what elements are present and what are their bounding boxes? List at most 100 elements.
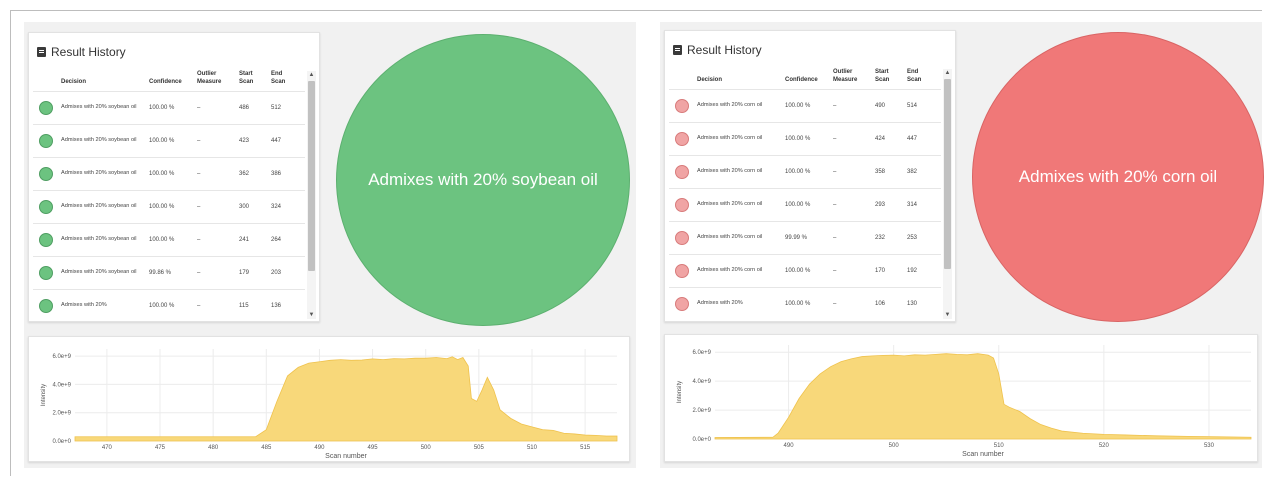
- y-tick-label: 2.0e+9: [52, 411, 71, 417]
- end-scan-cell: 203: [269, 255, 305, 290]
- decision-cell: Admixes with 20% soybean oil: [59, 90, 147, 125]
- start-scan-cell: 106: [873, 286, 905, 321]
- scroll-up-arrow-icon[interactable]: ▲: [307, 71, 316, 79]
- status-cell: [669, 88, 695, 123]
- status-dot-icon: [39, 100, 53, 115]
- start-scan-cell: 293: [873, 187, 905, 222]
- column-header[interactable]: Start Scan: [237, 71, 269, 91]
- status-cell: [669, 154, 695, 189]
- confidence-cell: 100.00 %: [147, 156, 195, 191]
- scroll-down-arrow-icon[interactable]: ▼: [307, 311, 316, 319]
- header-status: [669, 69, 695, 89]
- table-row[interactable]: Admixes with 20% soybean oil 100.00 % –423…: [33, 123, 305, 158]
- table-row[interactable]: Admixes with 20% corn oil 99.99 % –232 253: [669, 220, 941, 255]
- confidence-cell: 99.99 %: [783, 220, 831, 255]
- result-indicator-circle: Admixes with 20% soybean oil: [336, 34, 630, 326]
- confidence-cell: 100.00 %: [783, 154, 831, 189]
- end-scan-cell: 324: [269, 189, 305, 224]
- outlier-cell: –: [195, 189, 237, 224]
- table-header: Decision Confidence Outlier Measure Start S…: [33, 71, 305, 91]
- scroll-down-arrow-icon[interactable]: ▼: [943, 311, 952, 319]
- table-row[interactable]: Admixes with 20% corn oil 100.00 % –170 192: [669, 253, 941, 288]
- x-tick-label: 470: [102, 445, 113, 451]
- card-title: Result History: [673, 43, 762, 57]
- result-label: Admixes with 20% soybean oil: [368, 170, 598, 189]
- column-header[interactable]: End Scan: [905, 69, 941, 89]
- y-tick-label: 6.0e+9: [52, 354, 71, 360]
- table-scrollbar[interactable]: ▲ ▼: [943, 69, 952, 319]
- decision-cell: Admixes with 20%: [59, 288, 147, 321]
- column-header[interactable]: Outlier Measure: [195, 71, 237, 91]
- scrollbar-thumb[interactable]: [308, 81, 315, 271]
- status-cell: [669, 121, 695, 156]
- scrollbar-thumb[interactable]: [944, 79, 951, 269]
- y-tick-label: 2.0e+9: [692, 408, 711, 414]
- table-row[interactable]: Admixes with 20% soybean oil 100.00 % –486…: [33, 90, 305, 125]
- header-status: [33, 71, 59, 91]
- confidence-cell: 100.00 %: [147, 222, 195, 257]
- column-header[interactable]: Confidence: [147, 71, 195, 91]
- x-tick-label: 510: [994, 443, 1005, 449]
- column-header[interactable]: Start Scan: [873, 69, 905, 89]
- table-row[interactable]: Admixes with 20% soybean oil 100.00 % –300…: [33, 189, 305, 224]
- end-scan-cell: 386: [269, 156, 305, 191]
- column-header[interactable]: Confidence: [783, 69, 831, 89]
- status-dot-icon: [675, 98, 689, 113]
- status-cell: [33, 156, 59, 191]
- x-tick-label: 505: [474, 445, 485, 451]
- column-header[interactable]: Outlier Measure: [831, 69, 873, 89]
- x-tick-label: 490: [314, 445, 325, 451]
- table-row[interactable]: Admixes with 20% soybean oil 99.86 % –179 2…: [33, 255, 305, 290]
- table-row[interactable]: Admixes with 20% soybean oil 100.00 % –362…: [33, 156, 305, 191]
- outlier-cell: –: [195, 156, 237, 191]
- table-scrollbar[interactable]: ▲ ▼: [307, 71, 316, 319]
- intensity-area-series: [74, 356, 618, 442]
- start-scan-cell: 241: [237, 222, 269, 257]
- status-dot-icon: [675, 296, 689, 311]
- start-scan-cell: 362: [237, 156, 269, 191]
- status-dot-icon: [39, 166, 53, 181]
- x-tick-label: 495: [368, 445, 379, 451]
- column-header[interactable]: End Scan: [269, 71, 305, 91]
- decision-cell: Admixes with 20% corn oil: [695, 187, 783, 222]
- card-title-text: Result History: [687, 43, 762, 57]
- status-dot-icon: [675, 164, 689, 179]
- table-row[interactable]: Admixes with 20% 100.00 % –106 130: [669, 286, 941, 321]
- outlier-cell: –: [195, 90, 237, 125]
- status-cell: [33, 255, 59, 290]
- intensity-chart: 0.0e+0 2.0e+9 4.0e+9 6.0e+9 490 500 510 520 530 S…: [677, 345, 1252, 458]
- status-dot-icon: [39, 265, 53, 280]
- status-cell: [669, 253, 695, 288]
- confidence-cell: 100.00 %: [783, 253, 831, 288]
- y-tick-label: 6.0e+9: [692, 350, 711, 356]
- table-row[interactable]: Admixes with 20% soybean oil 100.00 % –241…: [33, 222, 305, 257]
- decision-cell: Admixes with 20% corn oil: [695, 121, 783, 156]
- table-row[interactable]: Admixes with 20% corn oil 100.00 % –490 514: [669, 88, 941, 123]
- start-scan-cell: 300: [237, 189, 269, 224]
- result-history-table: Decision Confidence Outlier Measure Start S…: [669, 69, 941, 321]
- scroll-up-arrow-icon[interactable]: ▲: [943, 69, 952, 77]
- x-tick-label: 475: [155, 445, 166, 451]
- y-tick-label: 0.0e+0: [692, 437, 711, 443]
- decision-cell: Admixes with 20% corn oil: [695, 253, 783, 288]
- right-dashboard: Result History Decision Confidence Outlier…: [660, 22, 1264, 468]
- confidence-cell: 100.00 %: [147, 123, 195, 158]
- start-scan-cell: 232: [873, 220, 905, 255]
- intensity-chart-card: 0.0e+0 2.0e+9 4.0e+9 6.0e+9 490 500 510 520 530 S…: [664, 334, 1258, 462]
- result-history-card: Result History Decision Confidence Outlier…: [28, 32, 320, 322]
- column-header[interactable]: Decision: [695, 69, 783, 89]
- end-scan-cell: 253: [905, 220, 941, 255]
- table-row[interactable]: Admixes with 20% corn oil 100.00 % –424 447: [669, 121, 941, 156]
- x-tick-label: 510: [527, 445, 538, 451]
- x-tick-label: 480: [208, 445, 219, 451]
- intensity-area-series: [714, 353, 1252, 440]
- table-row[interactable]: Admixes with 20% 100.00 % –115 136: [33, 288, 305, 321]
- start-scan-cell: 490: [873, 88, 905, 123]
- column-header[interactable]: Decision: [59, 71, 147, 91]
- table-row[interactable]: Admixes with 20% corn oil 100.00 % –293 314: [669, 187, 941, 222]
- status-dot-icon: [39, 232, 53, 247]
- start-scan-cell: 423: [237, 123, 269, 158]
- decision-cell: Admixes with 20% soybean oil: [59, 189, 147, 224]
- table-row[interactable]: Admixes with 20% corn oil 100.00 % –358 382: [669, 154, 941, 189]
- confidence-cell: 100.00 %: [783, 286, 831, 321]
